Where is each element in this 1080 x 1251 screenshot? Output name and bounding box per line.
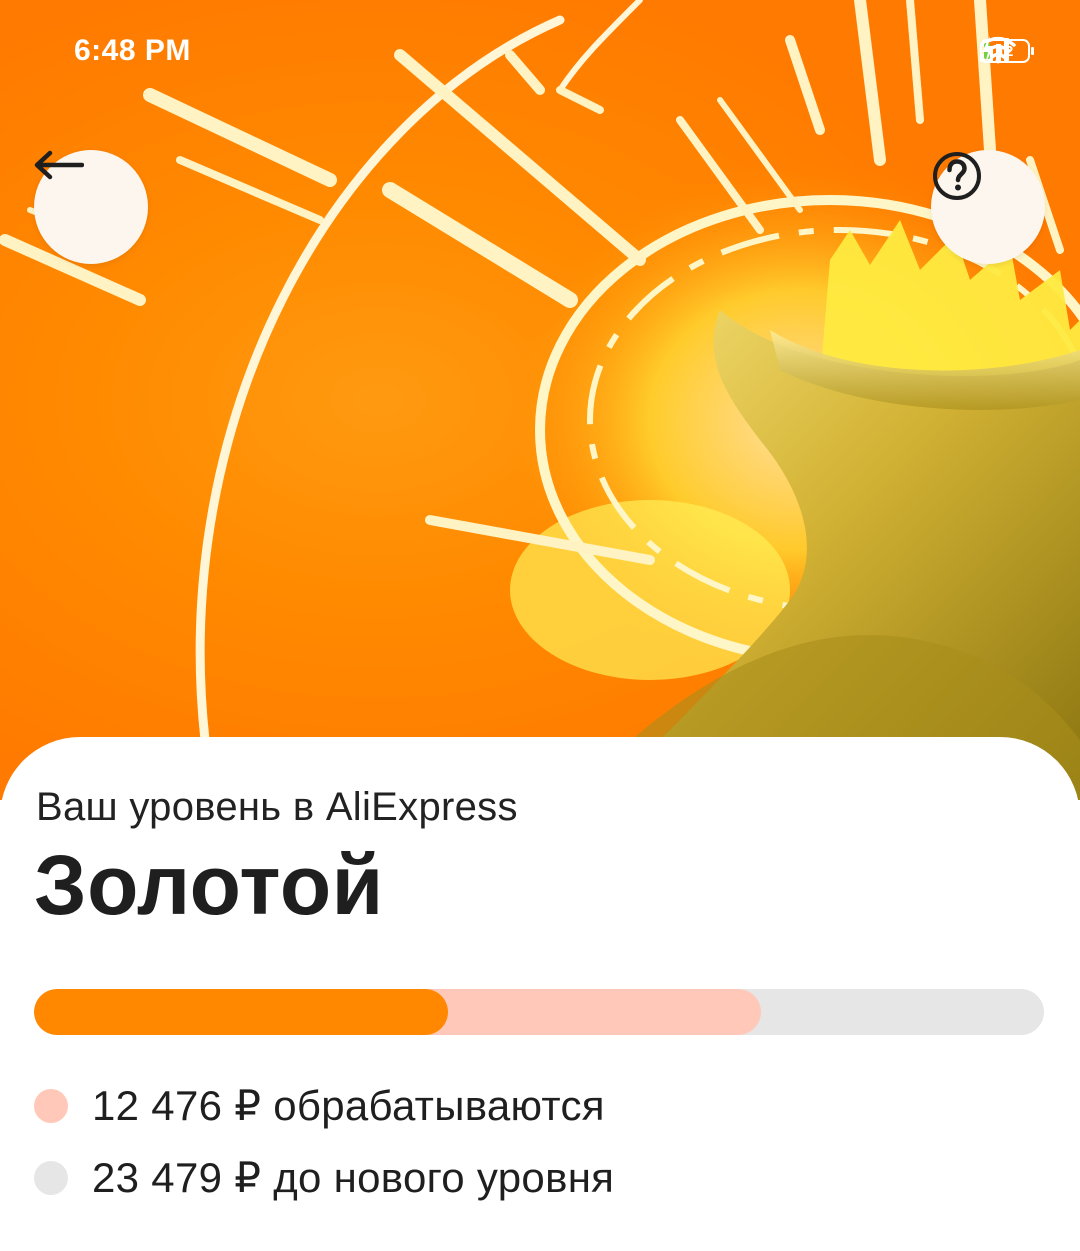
hero-illustration: 6:48 PM 12 bbox=[0, 0, 1080, 800]
status-bar: 6:48 PM 12 bbox=[0, 0, 1080, 100]
legend-item-processing: 12 476 ₽ обрабатываются bbox=[34, 1081, 605, 1130]
status-icons: 12 bbox=[980, 36, 1034, 66]
question-circle-icon bbox=[933, 152, 981, 200]
arrow-left-icon bbox=[34, 150, 84, 180]
legend-item-remaining: 23 479 ₽ до нового уровня bbox=[34, 1153, 614, 1202]
level-card: Ваш уровень в AliExpress Золотой 12 476 … bbox=[0, 737, 1080, 1251]
screen: 6:48 PM 12 Ваш уровень в AliExpress Золо… bbox=[0, 0, 1080, 1251]
status-time: 6:48 PM bbox=[74, 34, 191, 67]
legend-dot bbox=[34, 1088, 68, 1123]
legend-processing-text: 12 476 ₽ обрабатываются bbox=[92, 1082, 605, 1129]
level-progress-bar bbox=[34, 989, 1044, 1035]
legend-dot bbox=[34, 1160, 68, 1195]
level-title: Золотой bbox=[34, 838, 384, 932]
legend-remaining-text: 23 479 ₽ до нового уровня bbox=[92, 1154, 615, 1201]
gold-level-artwork bbox=[0, 0, 1080, 800]
back-button[interactable] bbox=[34, 150, 148, 264]
help-button[interactable] bbox=[931, 150, 1045, 264]
progress-done-segment bbox=[34, 989, 449, 1035]
battery-level: 12 bbox=[996, 42, 1014, 60]
level-subtitle: Ваш уровень в AliExpress bbox=[36, 785, 518, 829]
charging-icon bbox=[982, 36, 994, 64]
